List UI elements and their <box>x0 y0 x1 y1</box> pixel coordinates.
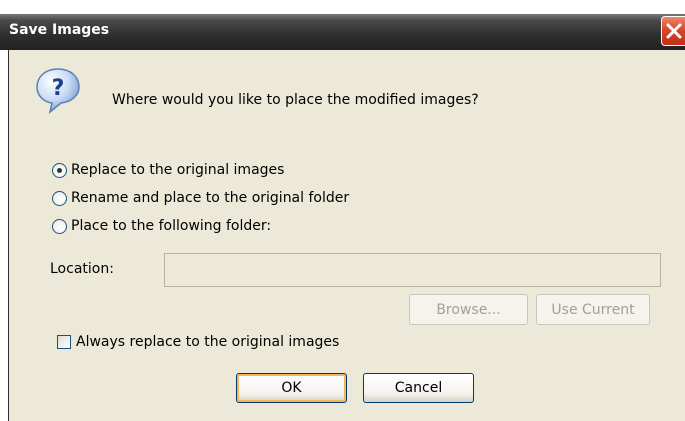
always-replace-checkbox[interactable] <box>57 335 71 349</box>
close-icon <box>666 23 682 39</box>
svg-text:?: ? <box>52 76 65 101</box>
window-frame <box>0 50 9 421</box>
cancel-button[interactable]: Cancel <box>363 373 474 403</box>
save-images-dialog: Save Images ? Where would you like to pl… <box>0 0 685 421</box>
prompt-text: Where would you like to place the modifi… <box>112 92 479 108</box>
radio-button[interactable] <box>52 218 67 234</box>
radio-following-folder[interactable]: Place to the following folder: <box>52 218 271 234</box>
always-replace-checkbox-row[interactable]: Always replace to the original images <box>57 334 339 350</box>
location-input[interactable] <box>164 253 661 287</box>
question-icon: ? <box>36 68 80 114</box>
radio-button-checked[interactable] <box>52 162 67 178</box>
close-button[interactable] <box>661 16 685 46</box>
location-label: Location: <box>50 261 114 277</box>
checkbox-label: Always replace to the original images <box>76 334 340 350</box>
radio-replace-original[interactable]: Replace to the original images <box>52 162 284 178</box>
radio-label: Replace to the original images <box>71 162 285 178</box>
radio-label: Place to the following folder: <box>71 218 272 234</box>
browse-button[interactable]: Browse... <box>409 294 528 325</box>
use-current-button[interactable]: Use Current <box>536 294 650 325</box>
ok-button[interactable]: OK <box>236 373 347 403</box>
title-bar[interactable]: Save Images <box>0 14 685 50</box>
radio-rename-original-folder[interactable]: Rename and place to the original folder <box>52 190 349 206</box>
window-title: Save Images <box>9 22 110 38</box>
radio-label: Rename and place to the original folder <box>71 190 350 206</box>
radio-button[interactable] <box>52 190 67 206</box>
